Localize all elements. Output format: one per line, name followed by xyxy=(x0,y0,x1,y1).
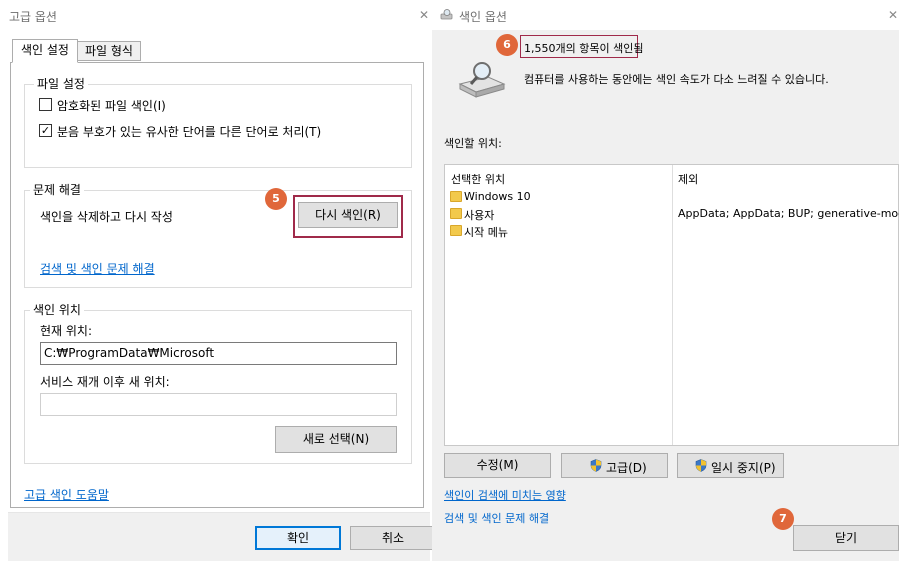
title-bar: 색인 옵션 ✕ xyxy=(432,0,899,30)
column-divider xyxy=(672,165,673,445)
status-note: 컴퓨터를 사용하는 동안에는 색인 속도가 다소 느려질 수 있습니다. xyxy=(524,73,829,86)
location-item[interactable]: 시작 메뉴 xyxy=(464,224,508,240)
included-column-header: 선택한 위치 xyxy=(451,173,506,186)
pause-button[interactable]: 일시 중지(P) xyxy=(677,453,784,478)
folder-icon xyxy=(450,208,462,219)
close-button[interactable]: 닫기 xyxy=(793,525,899,551)
dialog-content: 색인 설정 파일 형식 파일 설정 암호화된 파일 색인(I) ✓ 분음 부호가… xyxy=(8,32,430,512)
locations-label: 색인할 위치: xyxy=(444,137,502,150)
troubleshoot-link[interactable]: 검색 및 색인 문제 해결 xyxy=(40,260,155,277)
exclusion-item: AppData; AppData; BUP; generative-models xyxy=(678,207,899,220)
callout-7: 7 xyxy=(772,508,794,530)
encrypted-files-checkbox[interactable] xyxy=(39,98,52,111)
app-icon xyxy=(440,9,453,20)
folder-icon xyxy=(450,225,462,236)
cancel-button[interactable]: 취소 xyxy=(350,526,436,550)
rebuild-description: 색인을 삭제하고 다시 작성 xyxy=(40,210,173,224)
pause-button-label: 일시 중지(P) xyxy=(711,461,776,475)
select-new-button[interactable]: 새로 선택(N) xyxy=(275,426,397,453)
diacritics-label: 분음 부호가 있는 유사한 단어를 다른 단어로 처리(T) xyxy=(57,125,322,139)
current-location-label: 현재 위치: xyxy=(40,324,93,338)
encrypted-files-label: 암호화된 파일 색인(I) xyxy=(57,99,166,113)
callout-5: 5 xyxy=(265,188,287,210)
shield-icon xyxy=(695,459,707,472)
new-location-label: 서비스 재개 이후 새 위치: xyxy=(40,375,170,389)
tab-file-types[interactable]: 파일 형식 xyxy=(77,41,141,61)
close-icon[interactable]: ✕ xyxy=(419,8,429,22)
tab-index-settings[interactable]: 색인 설정 xyxy=(12,39,78,63)
rebuild-button[interactable]: 다시 색인(R) xyxy=(298,202,398,228)
diacritics-checkbox[interactable]: ✓ xyxy=(39,124,52,137)
title-bar: 고급 옵션 ✕ xyxy=(0,0,430,32)
advanced-button[interactable]: 고급(D) xyxy=(561,453,668,478)
troubleshooting-legend: 문제 해결 xyxy=(30,181,84,198)
location-item[interactable]: 사용자 xyxy=(464,207,494,223)
drive-search-icon xyxy=(454,62,508,102)
advanced-options-dialog: 고급 옵션 ✕ 색인 설정 파일 형식 파일 설정 암호화된 파일 색인(I) … xyxy=(0,0,436,561)
dialog-footer: 확인 취소 xyxy=(8,512,436,561)
current-location-field: C:₩ProgramData₩Microsoft xyxy=(40,342,397,365)
ok-button[interactable]: 확인 xyxy=(255,526,341,550)
window-title: 고급 옵션 xyxy=(9,10,57,24)
advanced-help-link[interactable]: 고급 색인 도움말 xyxy=(24,486,109,503)
excluded-column-header: 제외 xyxy=(678,173,699,186)
index-effect-link[interactable]: 색인이 검색에 미치는 영향 xyxy=(444,487,566,503)
index-status: 1,550개의 항목이 색인됨 xyxy=(524,42,644,55)
troubleshoot-link[interactable]: 검색 및 색인 문제 해결 xyxy=(444,510,549,526)
file-settings-legend: 파일 설정 xyxy=(34,75,88,92)
callout-6: 6 xyxy=(496,34,518,56)
close-icon[interactable]: ✕ xyxy=(888,8,898,22)
modify-button[interactable]: 수정(M) xyxy=(444,453,551,478)
window-title: 색인 옵션 xyxy=(459,10,507,24)
advanced-button-label: 고급(D) xyxy=(606,461,647,475)
location-item[interactable]: Windows 10 xyxy=(464,190,531,203)
index-location-legend: 색인 위치 xyxy=(30,301,84,318)
new-location-field xyxy=(40,393,397,416)
indexing-options-dialog: 색인 옵션 ✕ 6 1,550개의 항목이 색인됨 컴퓨터를 사용하는 동안에는… xyxy=(432,0,899,561)
folder-icon xyxy=(450,191,462,202)
shield-icon xyxy=(590,459,602,472)
